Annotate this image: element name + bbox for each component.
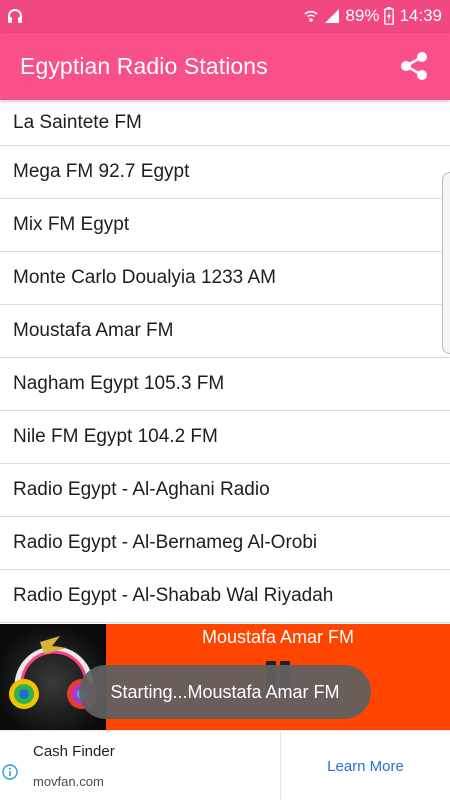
ad-title[interactable]: Cash Finder xyxy=(33,743,115,760)
station-name: Mega FM 92.7 Egypt xyxy=(13,161,190,182)
station-name: Radio Egypt - Al-Aghani Radio xyxy=(13,479,270,500)
clock: 14:39 xyxy=(399,6,442,25)
station-list[interactable]: La Saintete FM Mega FM 92.7 Egypt Mix FM… xyxy=(0,100,450,624)
signal-icon xyxy=(324,8,340,24)
app-bar: Egyptian Radio Stations xyxy=(0,33,450,100)
ad-info-icon[interactable] xyxy=(2,764,18,780)
station-item[interactable]: Nile FM Egypt 104.2 FM xyxy=(0,411,450,464)
battery-level: 89% xyxy=(345,6,380,25)
scrollbar-thumb[interactable] xyxy=(442,172,450,354)
toast-text: Starting...Moustafa Amar FM xyxy=(110,681,340,702)
station-name: Nile FM Egypt 104.2 FM xyxy=(13,426,218,447)
station-item[interactable]: Radio Egypt - Al-Bernameg Al-Orobi xyxy=(0,517,450,570)
toast-message: Starting...Moustafa Amar FM xyxy=(79,665,371,719)
app-title: Egyptian Radio Stations xyxy=(20,53,268,79)
wifi-call-icon xyxy=(303,8,319,24)
station-item[interactable]: Nagham Egypt 105.3 FM xyxy=(0,358,450,411)
station-name: Nagham Egypt 105.3 FM xyxy=(13,373,225,394)
station-name: Moustafa Amar FM xyxy=(13,320,174,341)
station-name: Monte Carlo Doualyia 1233 AM xyxy=(13,267,276,288)
station-item[interactable]: Monte Carlo Doualyia 1233 AM xyxy=(0,252,450,305)
station-item[interactable]: Radio Egypt - Al-Aghani Radio xyxy=(0,464,450,517)
station-item[interactable]: La Saintete FM xyxy=(0,100,450,146)
ad-banner[interactable]: Cash Finder movfan.com Learn More xyxy=(0,730,450,800)
status-bar: 89% 14:39 xyxy=(0,0,450,33)
ad-domain: movfan.com xyxy=(33,774,104,789)
headphones-icon xyxy=(6,7,24,25)
station-name: La Saintete FM xyxy=(13,111,142,133)
battery-charging-icon xyxy=(384,7,395,25)
station-name: Radio Egypt - Al-Shabab Wal Riyadah xyxy=(13,585,334,606)
station-name: Mix FM Egypt xyxy=(13,214,130,235)
learn-more-button[interactable]: Learn More xyxy=(281,731,450,800)
station-item[interactable]: Moustafa Amar FM xyxy=(0,305,450,358)
share-button[interactable] xyxy=(395,47,433,85)
share-icon xyxy=(401,52,427,80)
station-item[interactable]: Mega FM 92.7 Egypt xyxy=(0,146,450,199)
station-item[interactable]: Mix FM Egypt xyxy=(0,199,450,252)
station-name: Radio Egypt - Al-Bernameg Al-Orobi xyxy=(13,532,318,553)
station-item[interactable]: Radio Egypt - Al-Shabab Wal Riyadah xyxy=(0,570,450,623)
now-playing-title: Moustafa Amar FM xyxy=(201,627,355,647)
